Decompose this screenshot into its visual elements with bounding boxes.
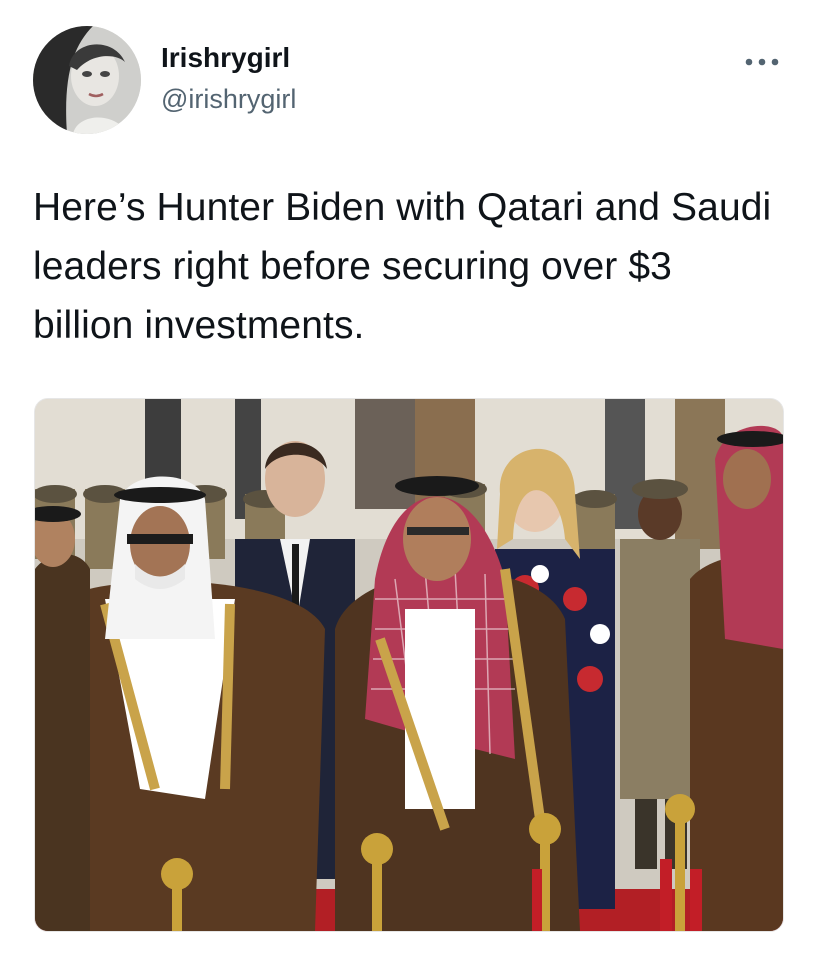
display-name[interactable]: Irishrygirl bbox=[161, 42, 290, 74]
more-horizontal-icon bbox=[745, 58, 779, 66]
avatar-image bbox=[33, 26, 141, 134]
user-handle[interactable]: @irishrygirl bbox=[161, 84, 296, 115]
tweet-photo[interactable] bbox=[34, 398, 784, 932]
tweet: Irishrygirl @irishrygirl Here’s Hunter B… bbox=[0, 0, 815, 960]
more-options-button[interactable] bbox=[738, 42, 786, 82]
profile-avatar[interactable] bbox=[33, 26, 141, 134]
tweet-text: Here’s Hunter Biden with Qatari and Saud… bbox=[33, 186, 772, 347]
photo-image bbox=[35, 399, 783, 931]
